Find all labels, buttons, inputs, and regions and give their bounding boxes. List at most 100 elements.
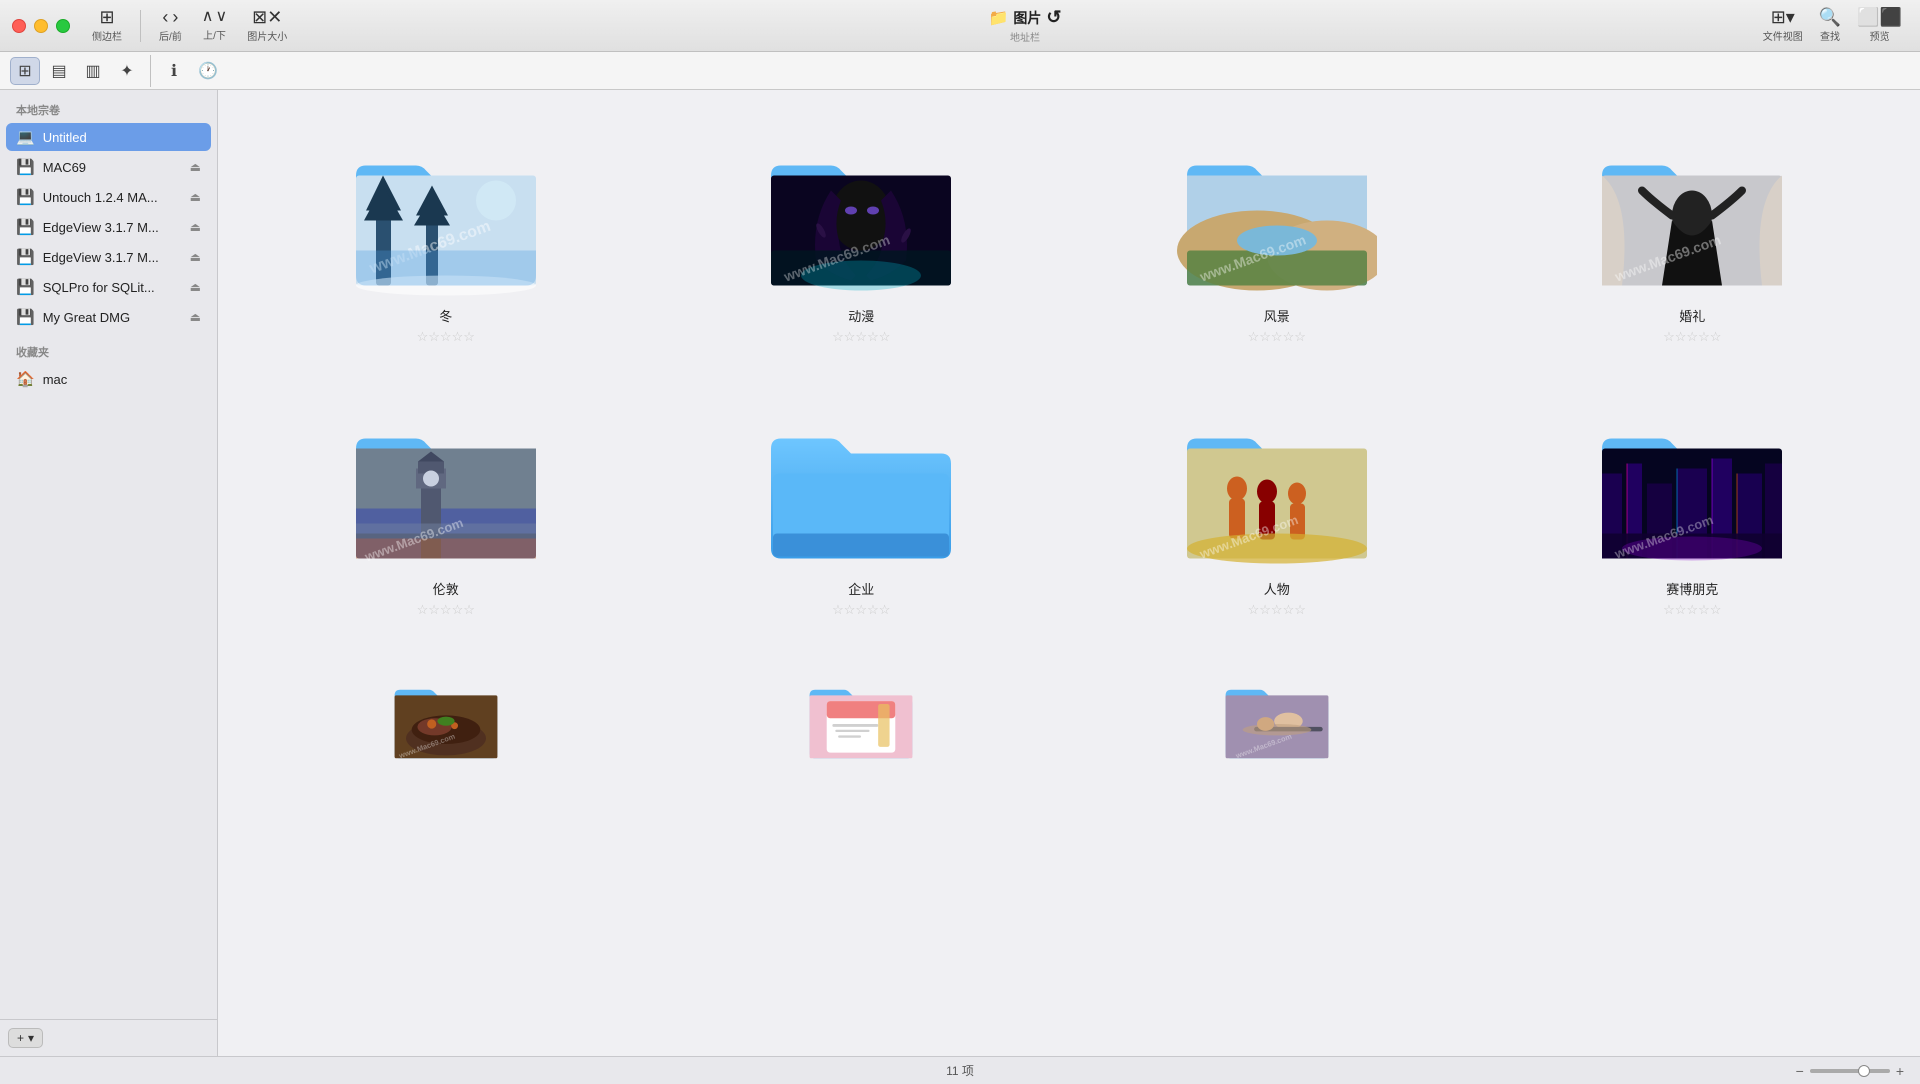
sidebar: 本地宗卷 💻 Untitled 💾 MAC69 ⏏ 💾 Untouch 1.2.… [0,90,218,1056]
sidebar-label-sqlpro: SQLPro for SQLit... [43,280,182,295]
tool-gallery-view[interactable]: ✦ [112,57,142,85]
zoom-minus-icon[interactable]: − [1796,1063,1804,1079]
folder-item-cyberpunk[interactable]: www.Mac69.com 赛博朋克 ☆☆☆☆☆ [1495,383,1891,626]
sidebar-label-untouch: Untouch 1.2.4 MA... [43,190,182,205]
nav-button[interactable]: ‹ › 后/前 [153,6,188,45]
image-size-label: 图片大小 [247,28,287,43]
folder-icon-people: www.Mac69.com [1177,391,1377,571]
eject-icon-mac69[interactable]: ⏏ [190,160,201,174]
star-rating-london: ☆☆☆☆☆ [417,602,475,618]
home-icon: 🏠 [16,370,35,388]
sidebar-toggle-button[interactable]: ⊞ 侧边栏 [86,6,128,45]
folder-name-london: 伦敦 [433,579,459,598]
zoom-plus-icon[interactable]: + [1896,1063,1904,1079]
eject-icon-untouch[interactable]: ⏏ [190,190,201,204]
sidebar-item-mac69[interactable]: 💾 MAC69 ⏏ [6,153,211,181]
tool-separator [150,55,151,87]
sidebar-item-untouch[interactable]: 💾 Untouch 1.2.4 MA... ⏏ [6,183,211,211]
folder-icon-poster [761,664,961,764]
eject-icon-edgeview1[interactable]: ⏏ [190,220,201,234]
traffic-lights [12,19,70,33]
folder-name-anime: 动漫 [848,306,874,325]
file-view-label: 文件视图 [1763,28,1803,43]
minimize-button[interactable] [34,19,48,33]
preview-label: 预览 [1870,28,1890,43]
drive-icon-sqlpro: 💾 [16,278,35,296]
maximize-button[interactable] [56,19,70,33]
star-rating-enterprise: ☆☆☆☆☆ [832,602,890,618]
folder-item-wedding[interactable]: www.Mac69.com 婚礼 ☆☆☆☆☆ [1495,110,1891,353]
tool-history[interactable]: 🕐 [193,57,223,85]
sort-label: 上/下 [203,27,226,42]
folder-item-poster[interactable] [664,656,1060,780]
local-section-label: 本地宗卷 [0,90,217,122]
sort-button[interactable]: ∧ ∨ 上/下 [196,7,233,44]
image-size-button[interactable]: ⊠✕ 图片大小 [241,6,293,45]
favorites-section-label: 收藏夹 [0,332,217,364]
folder-icon: 📁 [988,8,1008,28]
folder-name-scenery: 风景 [1264,306,1290,325]
sidebar-item-edgeview2[interactable]: 💾 EdgeView 3.1.7 M... ⏏ [6,243,211,271]
item-count: 11 项 [946,1062,974,1079]
folder-item-enterprise[interactable]: 企业 ☆☆☆☆☆ [664,383,1060,626]
search-button[interactable]: 🔍 查找 [1813,6,1847,45]
sidebar-label-mac69: MAC69 [43,160,182,175]
refresh-button[interactable]: ↺ [1046,7,1061,28]
star-rating-winter: ☆☆☆☆☆ [417,329,475,345]
folder-item-food[interactable]: www.Mac69.com [248,656,644,780]
folder-item-winter[interactable]: www.Mac69.com 冬 ☆☆☆☆☆ [248,110,644,353]
folder-icon-cyberpunk: www.Mac69.com [1592,391,1792,571]
sidebar-bottom: + ▾ [0,1019,217,1056]
folder-icon-anime: www.Mac69.com [761,118,961,298]
sidebar-label-mac: mac [43,372,201,387]
close-button[interactable] [12,19,26,33]
second-toolbar: ⊞ ▤ ▥ ✦ ℹ 🕐 [0,52,1920,90]
statusbar-right: − + [1796,1063,1904,1079]
add-button[interactable]: + ▾ [8,1028,43,1048]
file-view-button[interactable]: ⊞▾ 文件视图 [1757,6,1809,45]
eject-icon-greatdmg[interactable]: ⏏ [190,310,201,324]
eject-icon-edgeview2[interactable]: ⏏ [190,250,201,264]
eject-icon-sqlpro[interactable]: ⏏ [190,280,201,294]
search-label: 查找 [1820,28,1840,43]
folder-item-london[interactable]: www.Mac69.com 伦敦 ☆☆☆☆☆ [248,383,644,626]
folder-item-people[interactable]: www.Mac69.com 人物 ☆☆☆☆☆ [1079,383,1475,626]
add-chevron: ▾ [28,1031,34,1045]
folder-icon-gym: www.Mac69.com [1177,664,1377,764]
folder-name-enterprise: 企业 [848,579,874,598]
drive-icon-untouch: 💾 [16,188,35,206]
zoom-thumb[interactable] [1858,1065,1870,1077]
toolbar-right: ⊞▾ 文件视图 🔍 查找 ⬜⬛ 预览 [1757,6,1908,45]
address-bar[interactable]: 📁 图片 ↺ 地址栏 [988,7,1061,44]
folder-icon-enterprise [761,391,961,571]
nav-label: 后/前 [159,28,182,43]
sidebar-item-greatdmg[interactable]: 💾 My Great DMG ⏏ [6,303,211,331]
folder-item-gym[interactable]: www.Mac69.com [1079,656,1475,780]
tool-list-view[interactable]: ▤ [44,57,74,85]
sidebar-item-mac[interactable]: 🏠 mac [6,365,211,393]
content-area: www.Mac69.com 冬 ☆☆☆☆☆ [218,90,1920,1056]
address-title-text: 图片 [1013,8,1041,28]
tool-column-view[interactable]: ▥ [78,57,108,85]
folder-icon-london: www.Mac69.com [346,391,546,571]
star-rating-anime: ☆☆☆☆☆ [832,329,890,345]
folder-item-anime[interactable]: www.Mac69.com 动漫 ☆☆☆☆☆ [664,110,1060,353]
preview-button[interactable]: ⬜⬛ 预览 [1851,6,1908,45]
main-layout: 本地宗卷 💻 Untitled 💾 MAC69 ⏏ 💾 Untouch 1.2.… [0,90,1920,1056]
folder-grid: www.Mac69.com 冬 ☆☆☆☆☆ [248,110,1890,780]
sidebar-label-edgeview1: EdgeView 3.1.7 M... [43,220,182,235]
sidebar-item-untitled[interactable]: 💻 Untitled [6,123,211,151]
folder-item-scenery[interactable]: www.Mac69.com 风景 ☆☆☆☆☆ [1079,110,1475,353]
folder-icon-food: www.Mac69.com [346,664,546,764]
sidebar-toggle-label: 侧边栏 [92,28,122,43]
sidebar-label-untitled: Untitled [43,130,201,145]
sidebar-item-edgeview1[interactable]: 💾 EdgeView 3.1.7 M... ⏏ [6,213,211,241]
folder-name-winter: 冬 [439,306,452,325]
drive-icon-edgeview1: 💾 [16,218,35,236]
tool-info[interactable]: ℹ [159,57,189,85]
zoom-slider[interactable] [1810,1069,1890,1073]
star-rating-scenery: ☆☆☆☆☆ [1248,329,1306,345]
sidebar-item-sqlpro[interactable]: 💾 SQLPro for SQLit... ⏏ [6,273,211,301]
tool-grid-view[interactable]: ⊞ [10,57,40,85]
drive-icon-greatdmg: 💾 [16,308,35,326]
